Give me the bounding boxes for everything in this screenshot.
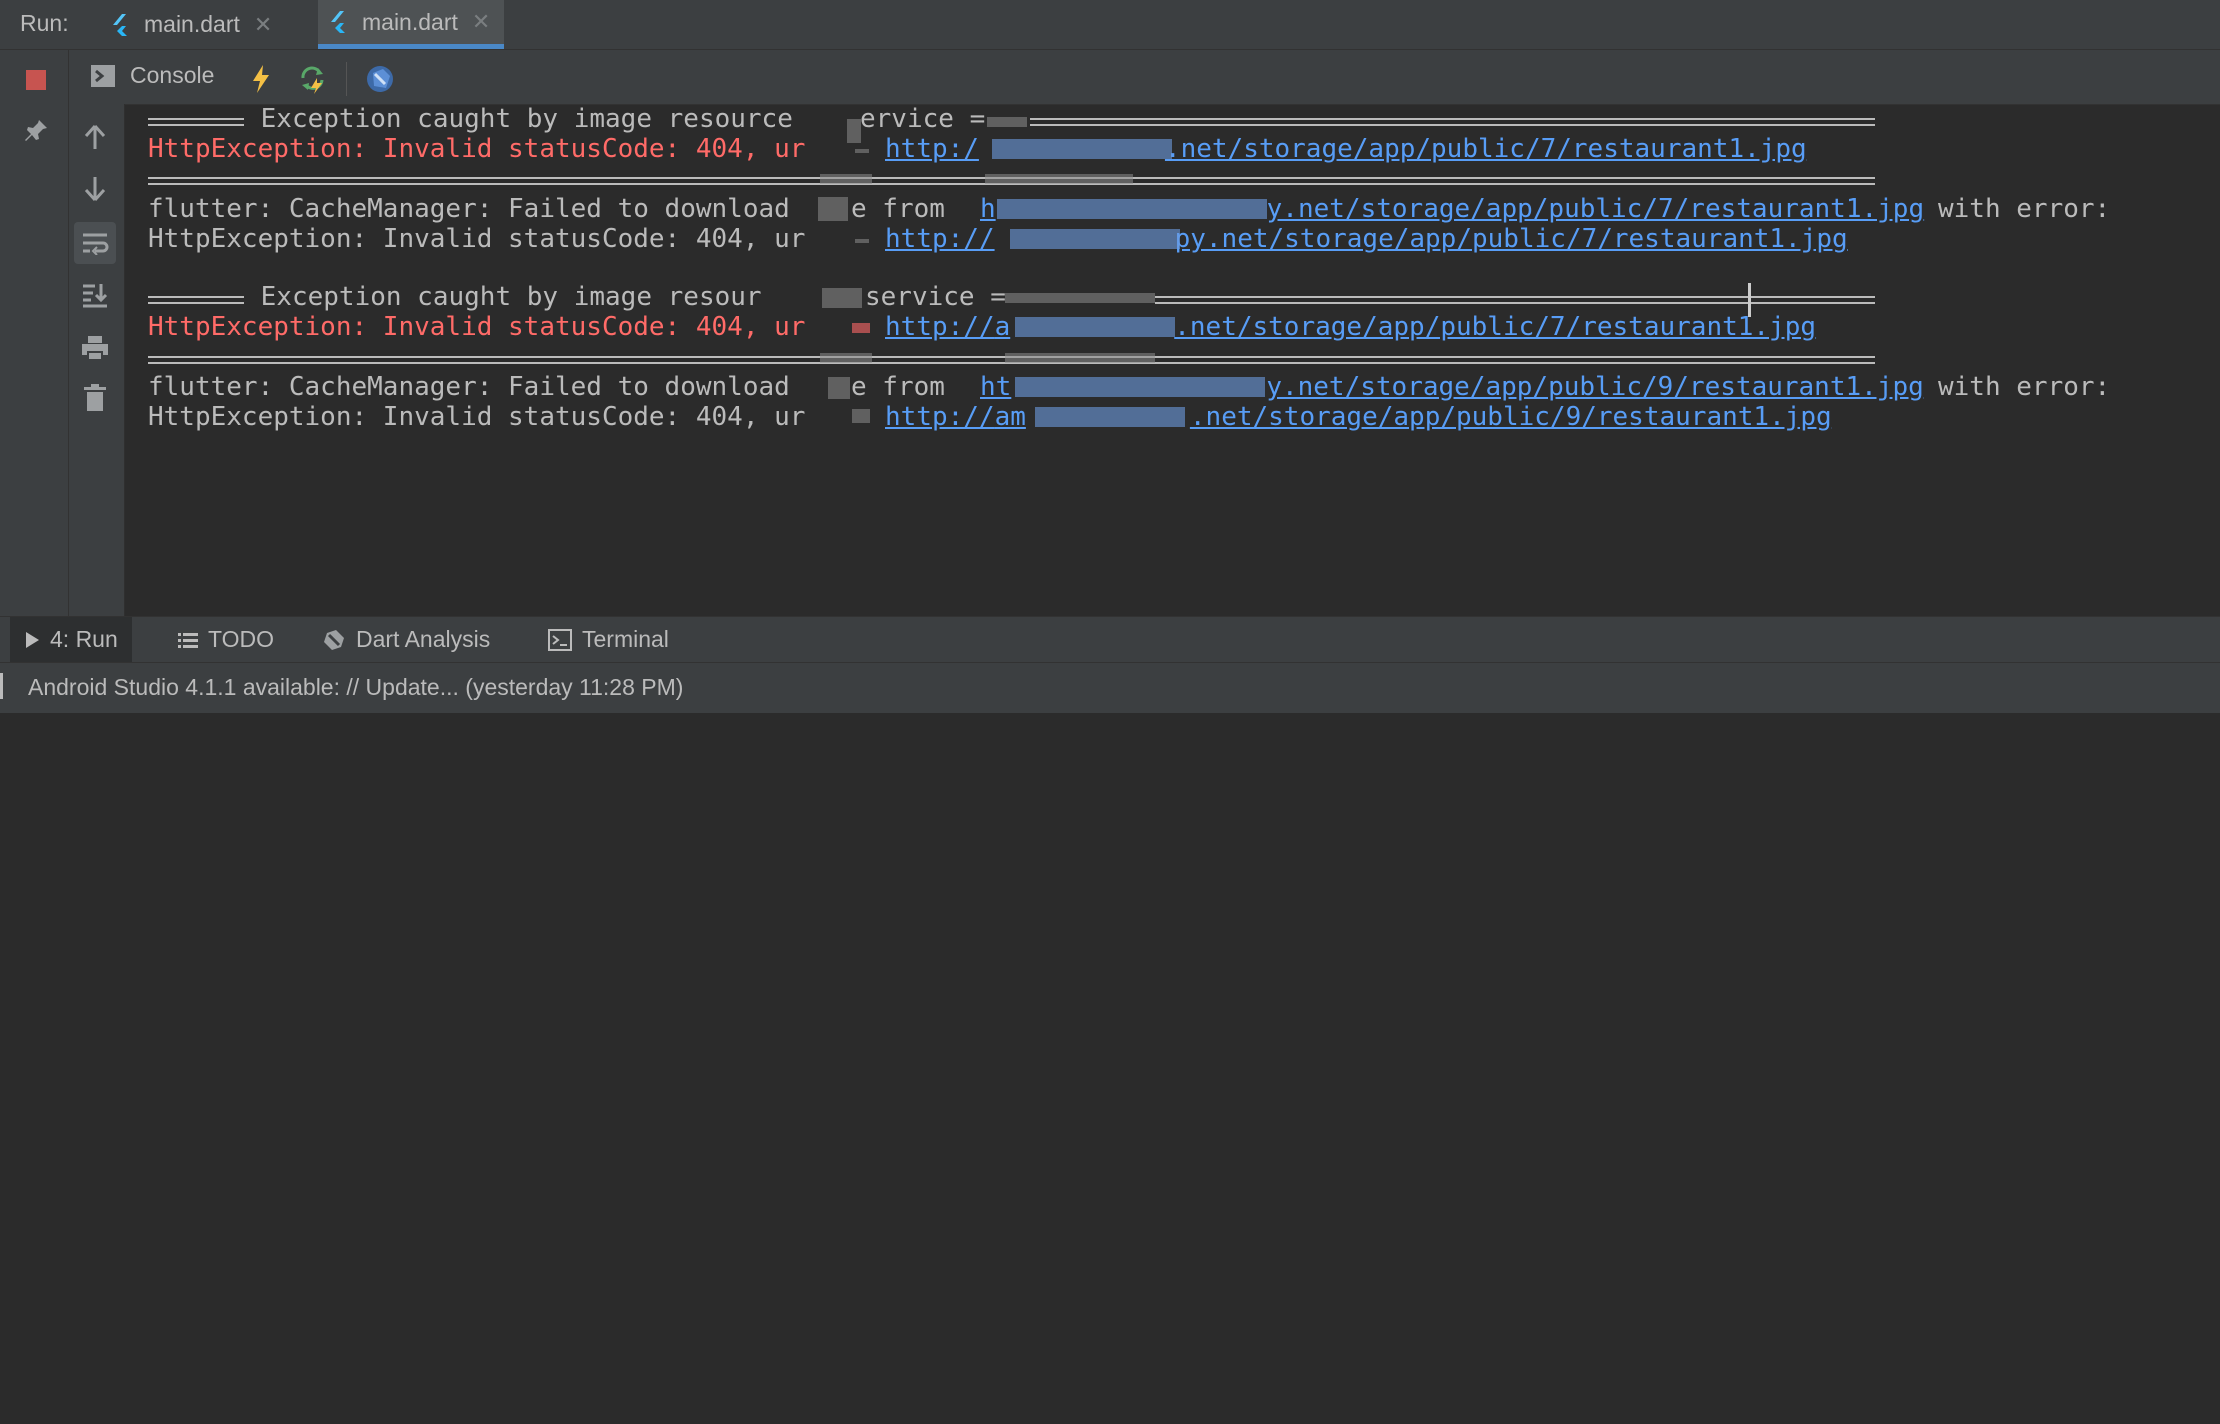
http-exception-line: HttpException: Invalid statusCode: 404, … <box>148 224 806 254</box>
soft-wrap-icon <box>83 233 109 255</box>
stop-icon <box>26 70 46 90</box>
tab-run-label: 4: Run <box>50 626 118 652</box>
http-exception-line: HttpException: Invalid statusCode: 404, … <box>148 134 806 164</box>
close-icon[interactable]: ✕ <box>254 12 272 38</box>
list-icon <box>178 632 198 648</box>
console-tab[interactable]: Console <box>90 62 214 89</box>
redaction <box>847 119 861 143</box>
hot-reload-icon <box>253 65 269 93</box>
redaction <box>852 409 870 423</box>
redaction <box>822 288 862 308</box>
cache-manager-suffix: with error: <box>1938 194 2111 224</box>
tab-todo-label: TODO <box>208 626 275 652</box>
redaction <box>997 199 1267 219</box>
redaction <box>1015 317 1175 337</box>
down-arrow-icon <box>84 177 106 202</box>
flutter-icon <box>331 11 345 33</box>
dart-icon <box>324 629 344 650</box>
redaction <box>820 353 872 363</box>
redaction <box>987 117 1027 127</box>
run-label: Run: <box>20 10 69 36</box>
scroll-to-end-button[interactable] <box>74 274 116 316</box>
tab-dart-analysis[interactable]: Dart Analysis <box>322 617 490 662</box>
print-icon <box>82 336 108 361</box>
tab-terminal[interactable]: Terminal <box>548 617 669 662</box>
pin-button[interactable] <box>15 110 57 152</box>
redaction <box>1005 293 1155 303</box>
http-exception-line: HttpException: Invalid statusCode: 404, … <box>148 312 806 342</box>
redaction <box>855 149 869 153</box>
redaction <box>855 239 869 243</box>
redaction <box>1015 377 1265 397</box>
run-tool-window-header: Run: main.dart ✕ main.dart ✕ <box>0 0 2220 50</box>
pin-icon <box>25 120 47 141</box>
scroll-to-end-icon <box>83 284 108 308</box>
hot-restart-icon <box>301 66 324 94</box>
redaction <box>992 139 1172 159</box>
flutter-icon <box>113 13 127 36</box>
console-label: Console <box>130 62 215 88</box>
redaction <box>828 377 850 399</box>
up-button[interactable] <box>74 116 116 158</box>
dart-devtools-icon <box>367 66 393 92</box>
close-icon[interactable]: ✕ <box>472 9 490 35</box>
redaction <box>1005 353 1155 363</box>
update-notification[interactable]: Android Studio 4.1.1 available: // Updat… <box>28 674 683 701</box>
resource-link[interactable]: http://am .net/storage/app/public/9/resta… <box>885 399 1832 435</box>
tab-main-dart-1[interactable]: main.dart ✕ <box>100 0 286 49</box>
down-button[interactable] <box>74 168 116 210</box>
redaction <box>1010 229 1180 249</box>
hot-restart-button[interactable] <box>293 58 335 100</box>
console-output[interactable]: Exception caught by image resource ervic… <box>125 104 2220 616</box>
tab-terminal-label: Terminal <box>582 626 669 652</box>
stop-button[interactable] <box>15 59 57 101</box>
trash-icon <box>84 384 106 411</box>
separator-rule <box>148 118 244 126</box>
clear-all-button[interactable] <box>74 377 116 419</box>
redaction <box>852 323 870 333</box>
redaction <box>818 197 848 221</box>
tool-window-bar: 4: Run TODO Dart Analysis Terminal <box>0 616 2220 662</box>
status-bar: Android Studio 4.1.1 available: // Updat… <box>0 662 2220 713</box>
terminal-icon <box>548 628 572 651</box>
separator-rule <box>1155 296 1875 304</box>
print-button[interactable] <box>74 327 116 369</box>
tab-todo[interactable]: TODO <box>178 617 274 662</box>
redaction <box>1035 407 1185 427</box>
left-edge <box>0 50 8 616</box>
toolbar-separator <box>346 62 347 96</box>
tab-label: main.dart <box>144 11 240 37</box>
cache-manager-suffix: with error: <box>1938 372 2111 402</box>
dart-devtools-button[interactable] <box>359 58 401 100</box>
hot-reload-button[interactable] <box>240 58 282 100</box>
separator-rule <box>148 296 244 304</box>
up-arrow-icon <box>84 124 106 149</box>
tab-dart-analysis-label: Dart Analysis <box>356 626 491 652</box>
separator-rule <box>1030 118 1875 126</box>
tab-label: main.dart <box>362 8 458 35</box>
status-indicator <box>0 673 3 699</box>
tab-main-dart-2[interactable]: main.dart ✕ <box>318 0 505 49</box>
console-icon <box>91 64 115 87</box>
redaction <box>820 174 872 184</box>
play-icon <box>26 631 39 648</box>
http-exception-line: HttpException: Invalid statusCode: 404, … <box>148 402 806 432</box>
redaction <box>985 174 1133 184</box>
soft-wrap-button[interactable] <box>74 222 116 264</box>
tab-run[interactable]: 4: Run <box>10 617 132 662</box>
